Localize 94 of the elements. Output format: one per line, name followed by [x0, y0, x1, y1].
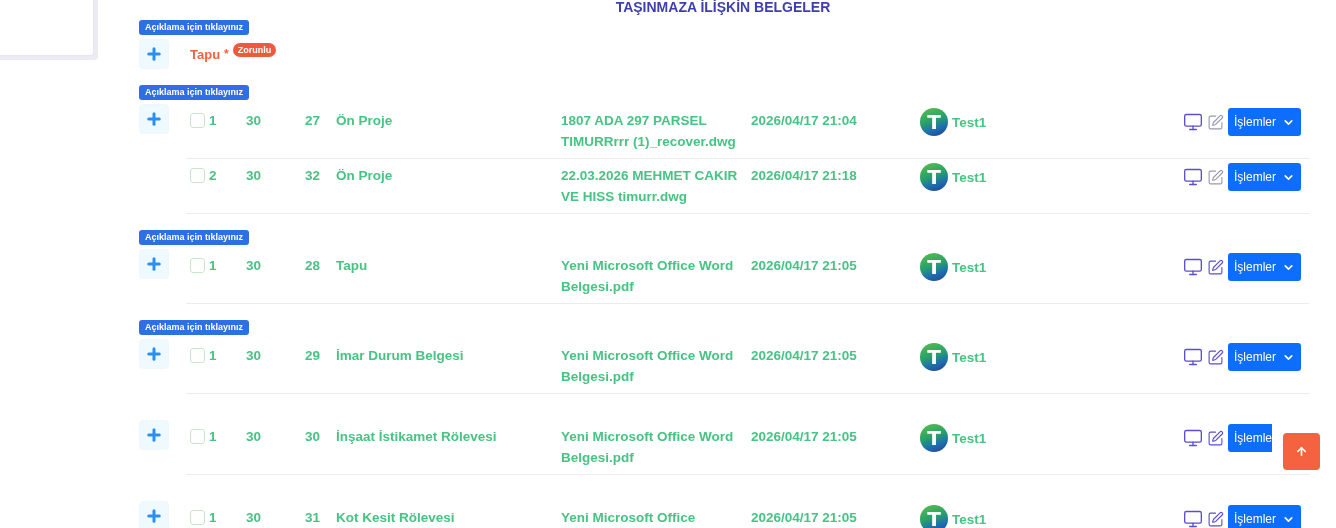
table-cell-text: 27	[303, 112, 321, 130]
row-number: 1	[209, 113, 217, 128]
table-cell-text: 30	[245, 428, 263, 446]
document-type: İnşaat İstikamet Rölevesi	[335, 428, 498, 446]
upload-date: 2026/04/17 21:05	[750, 509, 858, 527]
edit-icon[interactable]	[1207, 510, 1224, 528]
edit-icon[interactable]	[1207, 429, 1224, 447]
required-mark: *	[224, 47, 229, 61]
row-number: 1	[209, 348, 217, 363]
user-name: Test1	[952, 169, 987, 185]
user-name: Test1	[952, 349, 987, 365]
add-button[interactable]	[139, 104, 169, 134]
document-type: Ön Proje	[335, 167, 394, 185]
add-button[interactable]	[139, 39, 169, 69]
document-name: Tapu	[190, 46, 221, 62]
row-number: 2	[209, 168, 217, 183]
monitor-icon[interactable]	[1183, 112, 1203, 132]
edit-icon[interactable]	[1207, 348, 1224, 366]
section-title: TAŞINMAZA İLİŞKİN BELGELER	[615, 0, 831, 14]
file-name: Yeni Microsoft Office Word Belgesi.pdf	[560, 428, 735, 467]
user-avatar: T	[920, 343, 948, 371]
upload-date: 2026/04/17 21:18	[750, 167, 858, 185]
monitor-icon[interactable]	[1183, 257, 1203, 277]
row-checkbox[interactable]	[190, 258, 205, 273]
table-cell-text: 30	[245, 112, 263, 130]
user-name: Test1	[952, 430, 987, 446]
file-name: Yeni Microsoft Office	[560, 509, 697, 527]
description-badge[interactable]: Açıklama için tıklayınız	[139, 230, 250, 245]
monitor-icon[interactable]	[1183, 347, 1203, 367]
plus-icon	[145, 426, 163, 444]
arrow-up-icon	[1295, 445, 1308, 458]
actions-dropdown-button[interactable]: İşlemler	[1228, 163, 1301, 191]
add-button[interactable]	[139, 501, 169, 528]
user-avatar: T	[920, 163, 948, 191]
description-badge[interactable]: Açıklama için tıklayınız	[139, 320, 250, 335]
table-cell-text: 30	[245, 257, 263, 275]
document-type: Kot Kesit Rölevesi	[335, 509, 456, 527]
plus-icon	[145, 110, 163, 128]
table-cell-text: 32	[303, 167, 321, 185]
actions-dropdown-button[interactable]: İşlemler	[1228, 505, 1301, 528]
file-name: 1807 ADA 297 PARSEL TIMURRrrr (1)_recover.dwg	[560, 112, 737, 151]
row-number: 1	[209, 258, 217, 273]
user-avatar: T	[920, 108, 948, 136]
user-name: Test1	[952, 114, 987, 130]
row-checkbox[interactable]	[190, 510, 205, 525]
edit-icon[interactable]	[1207, 258, 1224, 276]
actions-dropdown-button[interactable]: İşlemler	[1228, 108, 1301, 136]
add-button[interactable]	[139, 339, 169, 369]
table-cell-text: 30	[303, 428, 321, 446]
upload-date: 2026/04/17 21:05	[750, 257, 858, 275]
row-checkbox[interactable]	[190, 113, 205, 128]
upload-date: 2026/04/17 21:04	[750, 112, 858, 130]
row-number: 1	[209, 429, 217, 444]
user-avatar: T	[920, 253, 948, 281]
document-type: Ön Proje	[335, 112, 394, 130]
table-cell-text: 29	[303, 347, 321, 365]
monitor-icon[interactable]	[1183, 167, 1203, 187]
row-checkbox[interactable]	[190, 348, 205, 363]
user-avatar: T	[920, 505, 948, 528]
monitor-icon[interactable]	[1183, 509, 1203, 528]
user-name: Test1	[952, 259, 987, 275]
document-type: İmar Durum Belgesi	[335, 347, 465, 365]
file-name: Yeni Microsoft Office Word Belgesi.pdf	[560, 347, 735, 386]
actions-dropdown-button[interactable]: İşlemle	[1228, 424, 1272, 452]
file-name: 22.03.2026 MEHMET CAKIR VE HISS timurr.dwg	[560, 167, 739, 206]
document-type: Tapu	[335, 257, 369, 275]
plus-icon	[145, 507, 163, 525]
user-name: Test1	[952, 511, 987, 527]
description-badge[interactable]: Açıklama için tıklayınız	[139, 20, 250, 35]
scroll-to-top-button[interactable]	[1283, 433, 1320, 470]
monitor-icon[interactable]	[1183, 428, 1203, 448]
upload-date: 2026/04/17 21:05	[750, 428, 858, 446]
table-cell-text: 28	[303, 257, 321, 275]
upload-date: 2026/04/17 21:05	[750, 347, 858, 365]
row-number: 1	[209, 510, 217, 525]
table-cell-text: 30	[245, 347, 263, 365]
user-avatar: T	[920, 424, 948, 452]
required-badge: Zorunlu	[232, 43, 277, 57]
file-name: Yeni Microsoft Office Word Belgesi.pdf	[560, 257, 735, 296]
add-button[interactable]	[139, 420, 169, 450]
plus-icon	[145, 45, 163, 63]
plus-icon	[145, 345, 163, 363]
row-checkbox[interactable]	[190, 429, 205, 444]
table-cell-text: 30	[245, 167, 263, 185]
edit-icon[interactable]	[1207, 168, 1224, 186]
actions-dropdown-button[interactable]: İşlemler	[1228, 343, 1301, 371]
row-checkbox[interactable]	[190, 168, 205, 183]
actions-dropdown-button[interactable]: İşlemler	[1228, 253, 1301, 281]
table-cell-text: 31	[303, 509, 321, 527]
table-cell-text: 30	[245, 509, 263, 527]
edit-icon[interactable]	[1207, 113, 1224, 131]
add-button[interactable]	[139, 249, 169, 279]
plus-icon	[145, 255, 163, 273]
description-badge[interactable]: Açıklama için tıklayınız	[139, 85, 250, 100]
